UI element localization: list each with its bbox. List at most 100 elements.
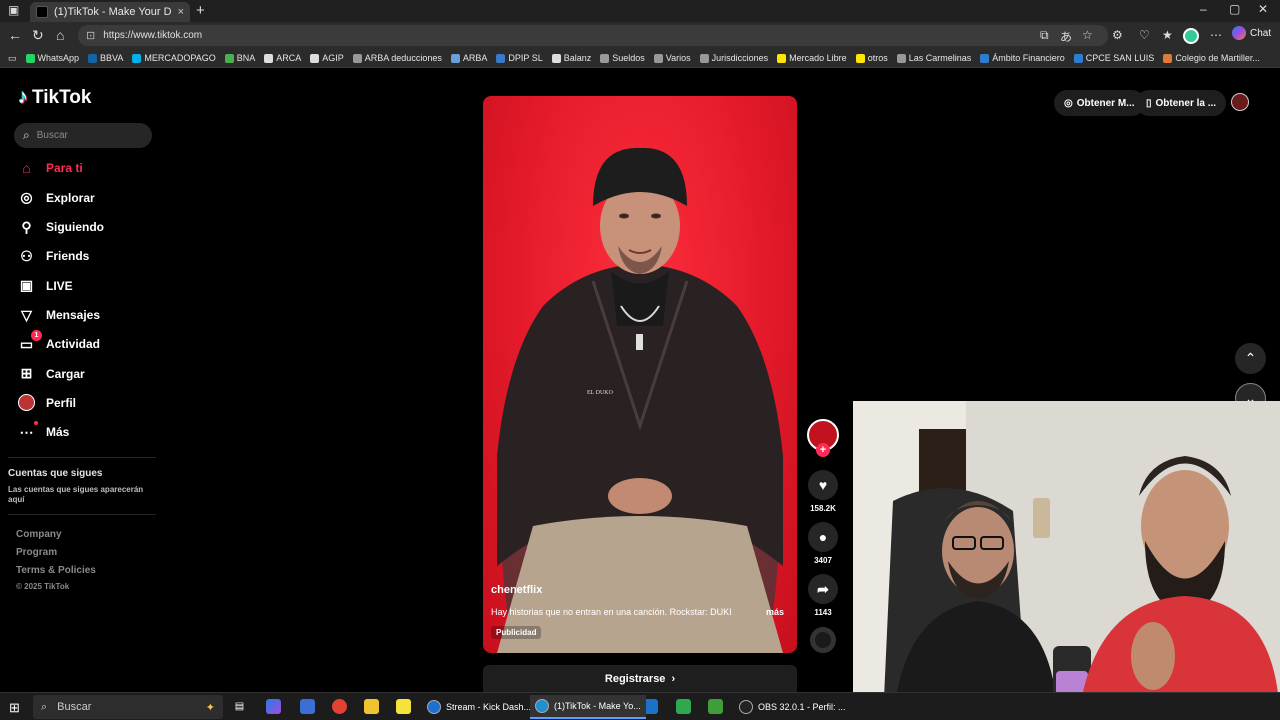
bookmark-item[interactable]: BBVA	[88, 53, 123, 63]
tab-close-button[interactable]: ×	[178, 6, 184, 18]
favorites-icon[interactable]: ★	[1162, 28, 1173, 42]
reload-icon[interactable]: ↻	[32, 27, 44, 44]
bookmark-manager-icon[interactable]: ▭	[8, 53, 17, 64]
tiktok-search-input[interactable]: ⌕ Buscar	[14, 123, 152, 148]
bookmark-item[interactable]: Varios	[653, 53, 691, 63]
home-browser-icon[interactable]: ⌂	[56, 27, 64, 43]
taskbar-app-0[interactable]: Stream - Kick Dash...	[422, 695, 536, 719]
sticky-notes-icon[interactable]	[396, 699, 411, 714]
bookmark-favicon-icon	[25, 53, 35, 63]
bookmark-item[interactable]: ARBA	[450, 53, 488, 63]
sidebar-item-live[interactable]: ▣ LIVE	[18, 277, 73, 294]
bookmark-item[interactable]: MERCADOPAGO	[132, 53, 216, 63]
bookmark-item[interactable]: ARCA	[264, 53, 301, 63]
new-tab-button[interactable]: +	[196, 2, 205, 19]
get-coins-button[interactable]: ◎ Obtener M...	[1054, 90, 1145, 116]
user-avatar[interactable]	[1231, 93, 1249, 111]
taskbar-app-1[interactable]: (1)TikTok - Make Yo...	[530, 695, 646, 719]
register-button[interactable]: Registrarse ›	[483, 665, 797, 693]
translate-icon[interactable]: あ	[1060, 28, 1072, 45]
browser-profile-avatar[interactable]	[1183, 28, 1199, 44]
tiktok-logo[interactable]: ♪ TikTok	[18, 86, 91, 109]
comment-action[interactable]: ● 3407	[808, 522, 838, 565]
video-more-link[interactable]: más	[766, 607, 784, 617]
favorite-star-icon[interactable]: ☆	[1082, 28, 1093, 42]
taskbar-search-input[interactable]: ⌕ Buscar ✦	[33, 695, 223, 719]
sidebar-item-label: Actividad	[46, 337, 101, 352]
bookmark-label: ARBA	[462, 53, 488, 63]
sidebar-item-more[interactable]: ⋯ Más	[18, 420, 69, 441]
bookmark-item[interactable]: Las Carmelinas	[896, 53, 971, 63]
windows-start-icon[interactable]: ⊞	[9, 700, 20, 716]
share-icon[interactable]: ➦	[808, 574, 838, 604]
browser-menu-icon[interactable]: ⋯	[1210, 28, 1222, 42]
video-player[interactable]: EL DUKO chenetflix Hay historias que no …	[483, 96, 797, 653]
sidebar-item-friends[interactable]: ⚇ Friends	[18, 248, 89, 265]
bookmark-favicon-icon	[88, 53, 98, 63]
copilot-button[interactable]: Chat	[1232, 26, 1271, 40]
sidebar-item-home[interactable]: ⌂ Para ti	[18, 160, 83, 176]
minecraft-icon[interactable]	[708, 699, 723, 714]
footer-terms-link[interactable]: Terms & Policies	[16, 565, 96, 576]
bookmark-item[interactable]: DPIP SL	[496, 53, 543, 63]
friends-icon: ⚇	[20, 247, 33, 264]
copilot-taskbar-icon[interactable]	[266, 699, 281, 714]
back-icon[interactable]: ←	[8, 27, 22, 43]
open-app-icon[interactable]: ⧉	[1040, 28, 1049, 43]
bookmark-item[interactable]: CPCE SAN LUIS	[1073, 53, 1154, 63]
video-frame-illustration: EL DUKO	[497, 147, 783, 653]
bookmark-item[interactable]: Ámbito Financiero	[980, 53, 1065, 63]
sidebar-item-following[interactable]: ⚲ Siguiendo	[18, 219, 104, 236]
chrome-icon[interactable]	[332, 699, 347, 714]
bookmark-item[interactable]: Balanz	[551, 53, 591, 63]
sidebar-item-messages[interactable]: ▽ Mensajes	[18, 307, 100, 324]
file-explorer-icon[interactable]	[364, 699, 379, 714]
follow-plus-button[interactable]: +	[816, 443, 830, 457]
bookmark-favicon-icon	[132, 53, 142, 63]
sidebar-item-label: Cargar	[46, 366, 85, 381]
sidebar-item-label: Para ti	[46, 161, 83, 175]
get-app-button[interactable]: ▯ Obtener la ...	[1136, 90, 1227, 116]
browser-tab-tiktok[interactable]: (1)TikTok - Make Your Day ×	[30, 2, 190, 22]
bookmark-item[interactable]: Colegio de Martiller...	[1163, 53, 1260, 63]
logo-text: TikTok	[32, 86, 92, 108]
bookmark-item[interactable]: AGIP	[310, 53, 344, 63]
extensions-icon[interactable]: ⚙	[1112, 28, 1123, 42]
bookmark-item[interactable]: WhatsApp	[25, 53, 79, 63]
bookmark-item[interactable]: Sueldos	[600, 53, 645, 63]
sidebar-item-upload[interactable]: ⊞ Cargar	[18, 365, 85, 382]
close-window-icon[interactable]: ✕	[1258, 2, 1268, 16]
share-action[interactable]: ➦ 1143	[808, 574, 838, 617]
performance-icon[interactable]: ♡	[1139, 28, 1150, 42]
bookmark-item[interactable]: otros	[855, 53, 888, 63]
drive-icon[interactable]	[676, 699, 691, 714]
bookmark-item[interactable]: Jurisdicciones	[699, 53, 768, 63]
bookmark-label: ARCA	[276, 53, 302, 63]
task-view-icon[interactable]: ▤	[232, 699, 247, 714]
sidebar-item-activity[interactable]: ▭ 1 Actividad	[18, 329, 101, 353]
taskbar-app-2[interactable]: OBS 32.0.1 - Perfil: ...	[734, 695, 851, 719]
video-username[interactable]: chenetflix	[491, 584, 542, 596]
minimize-icon[interactable]: –	[1200, 2, 1207, 16]
url-field[interactable]: ⊡ https://www.tiktok.com	[78, 25, 1108, 46]
bookmark-item[interactable]: Mercado Libre	[777, 53, 847, 63]
copilot-icon	[1232, 26, 1246, 40]
footer-company-link[interactable]: Company	[16, 529, 62, 540]
bookmark-item[interactable]: BNA	[224, 53, 255, 63]
maximize-icon[interactable]: ▢	[1229, 2, 1240, 16]
upload-icon: ⊞	[20, 365, 33, 382]
like-action[interactable]: ♥ 158.2K	[808, 470, 838, 513]
sidebar-item-profile[interactable]: Perfil	[18, 394, 76, 412]
footer-program-link[interactable]: Program	[16, 547, 57, 558]
app-taskbar-icon[interactable]	[300, 699, 315, 714]
sidebar-item-compass[interactable]: ◎ Explorar	[18, 189, 94, 206]
webcam-scene-illustration	[853, 401, 1280, 720]
site-info-icon[interactable]: ⊡	[86, 29, 95, 42]
workspaces-icon[interactable]: ▣	[8, 3, 19, 17]
previous-video-button[interactable]: ⌃	[1235, 343, 1266, 374]
heart-icon[interactable]: ♥	[808, 470, 838, 500]
music-disc-icon[interactable]	[810, 627, 836, 653]
comment-icon[interactable]: ●	[808, 522, 838, 552]
bookmarks-bar: ▭ WhatsApp BBVA MERCADOPAGO BNA ARCA AGIP ARBA…	[0, 49, 1280, 68]
bookmark-item[interactable]: ARBA deducciones	[352, 53, 442, 63]
